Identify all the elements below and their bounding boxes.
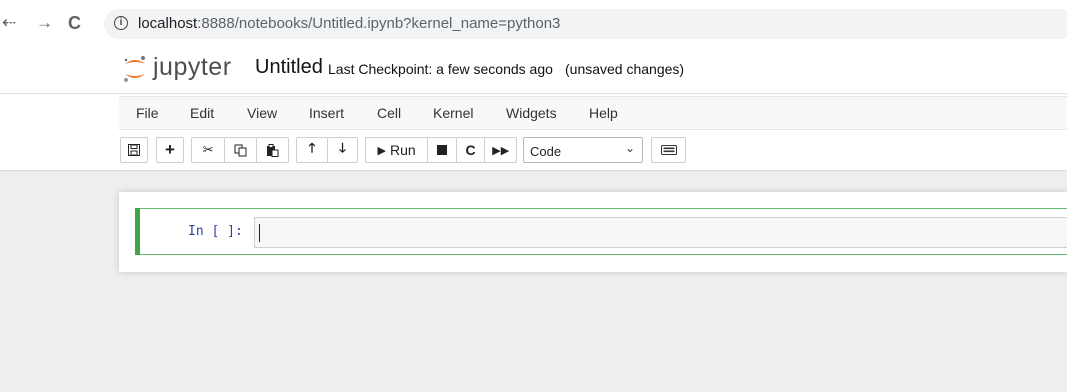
chevron-down-icon: ⌄	[624, 141, 635, 155]
paste-button[interactable]	[255, 138, 288, 162]
run-icon: ▶	[377, 144, 386, 157]
cell-type-value: Code	[530, 144, 562, 159]
menu-edit[interactable]: Edit	[190, 105, 214, 121]
copy-button[interactable]	[224, 138, 255, 162]
jupyter-logo-text[interactable]: jupyter	[153, 53, 232, 82]
notebook-container: In [ ]:	[119, 192, 1067, 272]
menu-kernel[interactable]: Kernel	[433, 105, 473, 121]
menu-file[interactable]: File	[136, 105, 159, 121]
copy-icon	[234, 144, 247, 157]
back-arrow-icon[interactable]: ⇠	[2, 12, 16, 34]
fast-forward-icon: ▶▶	[492, 144, 510, 157]
code-cell[interactable]: In [ ]:	[135, 208, 1067, 255]
cell-type-select[interactable]: Code ⌄	[523, 137, 643, 163]
run-button[interactable]: ▶ Run	[366, 138, 427, 162]
jupyter-header: jupyter Untitled Last Checkpoint: a few …	[0, 49, 1067, 171]
add-cell-icon: +	[165, 140, 175, 159]
forward-arrow-icon[interactable]: →	[36, 12, 53, 34]
move-button-group: 🡑 🡓	[296, 137, 358, 163]
reload-icon[interactable]: C	[68, 12, 81, 34]
menu-cell[interactable]: Cell	[377, 105, 401, 121]
keyboard-shortcuts-button[interactable]	[651, 137, 686, 163]
restart-button[interactable]: C	[455, 138, 485, 162]
menu-widgets[interactable]: Widgets	[506, 105, 557, 121]
menu-view[interactable]: View	[247, 105, 277, 121]
menu-insert[interactable]: Insert	[309, 105, 344, 121]
code-input[interactable]	[254, 217, 1067, 248]
move-down-button[interactable]: 🡓	[326, 138, 357, 162]
menu-bar: File Edit View Insert Cell Kernel Widget…	[119, 96, 1067, 130]
move-up-button[interactable]: 🡑	[297, 138, 327, 162]
fast-forward-button[interactable]: ▶▶	[484, 138, 516, 162]
stop-icon	[436, 145, 447, 155]
edit-button-group: ✂	[191, 137, 289, 163]
add-cell-button[interactable]: +	[156, 137, 184, 163]
save-icon	[128, 144, 140, 156]
keyboard-icon	[660, 145, 677, 155]
header-divider	[0, 93, 1067, 94]
unsaved-status: (unsaved changes)	[565, 61, 685, 77]
jupyter-logo-icon[interactable]	[122, 54, 148, 84]
move-down-icon: 🡓	[339, 140, 346, 155]
cut-button[interactable]: ✂	[192, 138, 224, 162]
browser-chrome: ⇠ → C i localhost:8888/notebooks/Untitle…	[0, 0, 1067, 49]
run-button-group: ▶ Run C ▶▶	[365, 137, 517, 163]
move-up-icon: 🡑	[308, 140, 316, 155]
text-cursor	[259, 224, 260, 242]
cell-edit-indicator	[135, 208, 140, 255]
cut-icon: ✂	[202, 142, 214, 157]
run-label: Run	[389, 142, 416, 158]
menu-help[interactable]: Help	[589, 105, 618, 121]
info-icon[interactable]: i	[114, 16, 128, 30]
paste-icon	[266, 143, 279, 157]
stop-button[interactable]	[427, 138, 456, 162]
checkpoint-status: Last Checkpoint: a few seconds ago	[328, 61, 553, 77]
restart-icon: C	[465, 142, 476, 158]
notebook-title[interactable]: Untitled	[255, 56, 323, 79]
save-button[interactable]	[120, 137, 148, 163]
address-bar[interactable]: i localhost:8888/notebooks/Untitled.ipyn…	[104, 9, 1067, 39]
input-prompt: In [ ]:	[188, 224, 243, 239]
url-text[interactable]: localhost:8888/notebooks/Untitled.ipynb?…	[138, 15, 560, 32]
